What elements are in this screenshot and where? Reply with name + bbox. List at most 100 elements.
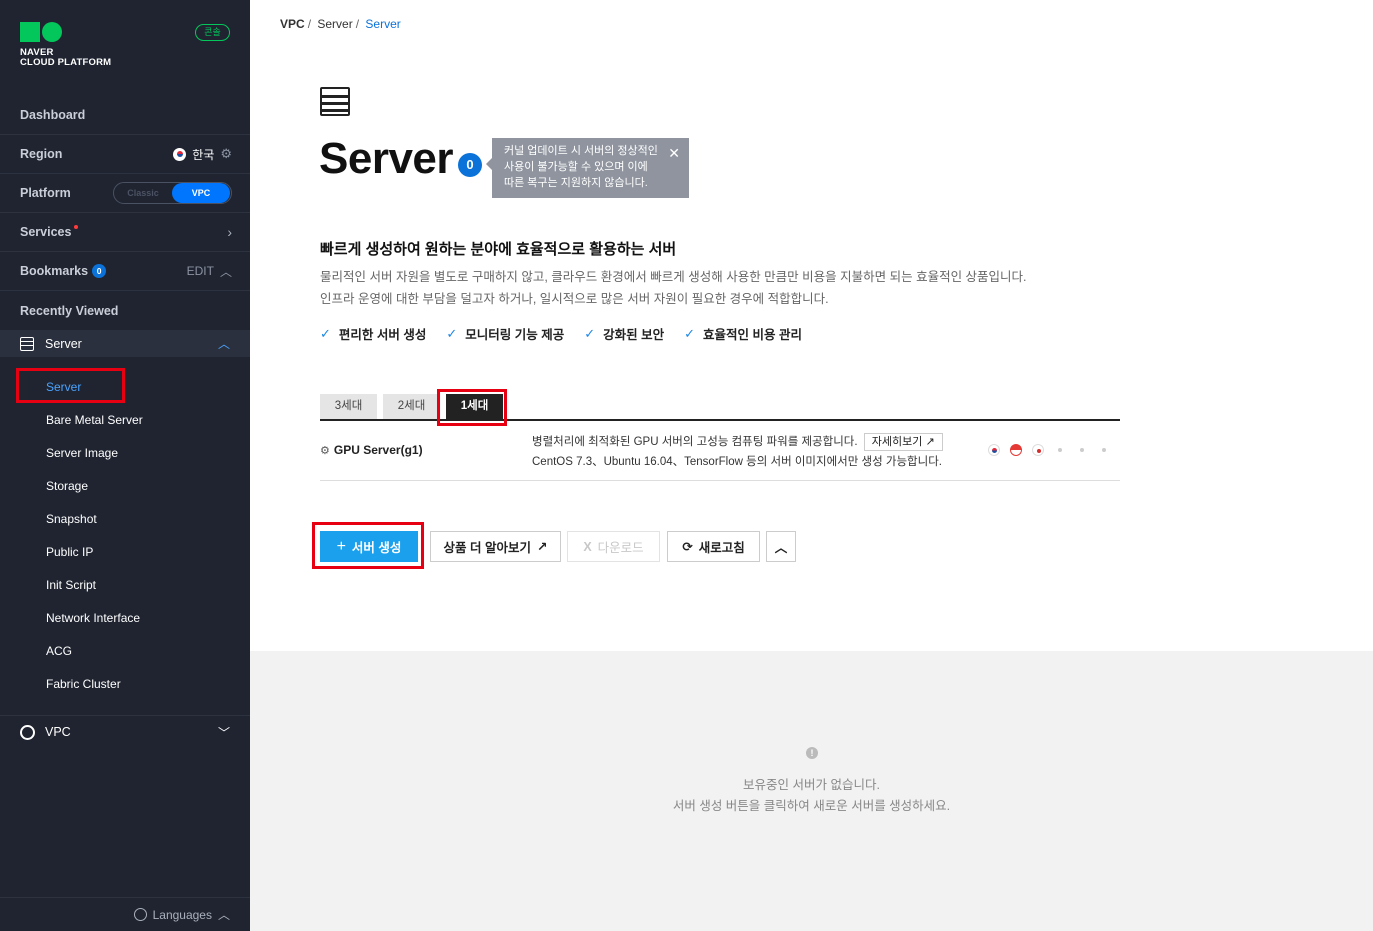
check-icon: ✓ [446, 325, 458, 341]
feature-item: ✓ 편리한 서버 생성 [320, 324, 426, 343]
sidebar-services[interactable]: Services › [0, 213, 250, 252]
sidebar-item-fabric-cluster[interactable]: Fabric Cluster [46, 677, 121, 691]
product-name[interactable]: ⚙ GPU Server(g1) [320, 443, 423, 457]
page-title: Server [319, 134, 454, 183]
platform-option-classic[interactable]: Classic [114, 188, 172, 198]
empty-line1: 보유중인 서버가 없습니다. [743, 778, 880, 792]
feature-list: ✓ 편리한 서버 생성 ✓ 모니터링 기능 제공 ✓ 강화된 보안 ✓ 효율적인 비용 … [320, 324, 802, 343]
sidebar-item-acg[interactable]: ACG [46, 644, 72, 658]
feature-label: 모니터링 기능 제공 [465, 328, 565, 342]
sidebar-item-snapshot[interactable]: Snapshot [46, 512, 97, 526]
excel-icon: X [583, 539, 592, 554]
learn-more-label: 상품 더 알아보기 [443, 541, 531, 555]
product-description: 병렬처리에 최적화된 GPU 서버의 고성능 컴퓨팅 파워를 제공합니다. 자세… [532, 432, 943, 472]
logo-line2: CLOUD PLATFORM [20, 57, 112, 68]
services-label: Services [20, 225, 72, 239]
product-name-label: GPU Server(g1) [333, 443, 423, 457]
sidebar-bookmarks[interactable]: Bookmarks 0 EDIT ︿ [0, 252, 250, 291]
languages-selector[interactable]: Languages ︿ [0, 897, 250, 931]
tab-gen3[interactable]: 3세대 [320, 394, 377, 419]
check-icon: ✓ [684, 325, 696, 341]
details-label: 자세히보기 [871, 436, 923, 448]
sidebar-group-server[interactable]: Server ︿ [0, 330, 250, 357]
platform-label: Platform [20, 186, 71, 200]
download-button[interactable]: X 다운로드 [567, 531, 660, 562]
page-description: 물리적인 서버 자원을 별도로 구매하지 않고, 클라우드 환경에서 빠르게 생… [320, 266, 1027, 310]
chevron-up-icon[interactable]: ︿ [218, 335, 230, 352]
sidebar-item-bare-metal-server[interactable]: Bare Metal Server [46, 413, 143, 427]
feature-label: 강화된 보안 [603, 328, 665, 342]
singapore-flag-icon [1010, 444, 1022, 456]
highlight-box-tab-gen1 [437, 389, 507, 426]
details-button[interactable]: 자세히보기 ↗ [863, 433, 943, 451]
highlight-box-sidebar-server [16, 368, 125, 403]
feature-item: ✓ 모니터링 기능 제공 [446, 324, 564, 343]
region-unavailable-dot [1058, 448, 1062, 452]
feature-label: 편리한 서버 생성 [338, 328, 427, 342]
server-icon [320, 87, 350, 116]
gpu-icon: ⚙ [320, 444, 330, 457]
sidebar-item-server-image[interactable]: Server Image [46, 446, 118, 460]
external-link-icon: ↗ [925, 436, 935, 448]
languages-label: Languages [152, 907, 212, 922]
sidebar-group-vpc[interactable]: VPC ﹀ [0, 715, 250, 748]
sidebar-item-init-script[interactable]: Init Script [46, 578, 96, 592]
sidebar: NAVER CLOUD PLATFORM 콘솔 Dashboard Region… [0, 0, 250, 931]
sidebar-item-storage[interactable]: Storage [46, 479, 88, 493]
korea-flag-icon [173, 147, 187, 161]
new-indicator-dot [74, 225, 79, 229]
naver-cloud-logo[interactable]: NAVER CLOUD PLATFORM [20, 22, 111, 68]
gear-icon[interactable]: ⚙ [220, 146, 232, 162]
refresh-icon: ⟳ [682, 540, 693, 554]
refresh-button[interactable]: ⟳ 새로고침 [667, 531, 760, 562]
learn-more-button[interactable]: 상품 더 알아보기 ↗ [430, 531, 561, 562]
server-count-badge: 0 [458, 153, 482, 177]
region-availability [988, 444, 1110, 456]
globe-icon [133, 908, 147, 921]
console-badge[interactable]: 콘솔 [195, 24, 230, 41]
server-group-label: Server [45, 336, 82, 351]
platform-toggle[interactable]: Classic VPC [113, 182, 232, 204]
breadcrumb-server[interactable]: Server [317, 17, 352, 31]
chevron-down-icon[interactable]: ﹀ [218, 724, 230, 741]
region-value: 한국 [192, 147, 215, 162]
server-icon [20, 336, 34, 351]
check-icon: ✓ [320, 325, 331, 341]
region-unavailable-dot [1102, 448, 1106, 452]
breadcrumb-vpc[interactable]: VPC [280, 17, 305, 31]
sidebar-region[interactable]: Region 한국 ⚙ [0, 135, 250, 174]
chevron-up-icon: ︿ [217, 908, 230, 922]
bookmarks-edit-button[interactable]: EDIT [187, 264, 214, 278]
tooltip-line2: 사용이 불가능할 수 있으며 이에 [504, 161, 648, 173]
sidebar-platform: Platform Classic VPC [0, 174, 250, 213]
tab-gen2[interactable]: 2세대 [383, 394, 440, 419]
logo-mark-icon [20, 22, 111, 42]
external-link-icon: ↗ [536, 540, 548, 554]
chevron-up-icon: ︿ [774, 541, 788, 555]
page-subtitle: 빠르게 생성하여 원하는 분야에 효율적으로 활용하는 서버 [320, 241, 677, 258]
collapse-button[interactable]: ︿ [766, 531, 796, 562]
tooltip-line1: 커널 업데이트 시 서버의 정상적인 [504, 145, 658, 157]
feature-item: ✓ 효율적인 비용 관리 [684, 324, 802, 343]
tooltip-line3: 따른 복구는 지원하지 않습니다. [504, 177, 648, 189]
chevron-up-icon[interactable]: ︿ [220, 263, 232, 280]
product-desc-line1: 병렬처리에 최적화된 GPU 서버의 고성능 컴퓨팅 파워를 제공합니다. [532, 436, 858, 448]
korea-flag-icon [988, 444, 1000, 456]
sidebar-item-public-ip[interactable]: Public IP [46, 545, 93, 559]
dashboard-label: Dashboard [20, 108, 86, 122]
region-unavailable-dot [1080, 448, 1084, 452]
region-label: Region [20, 147, 63, 161]
sidebar-recently-viewed[interactable]: Recently Viewed [0, 291, 250, 330]
platform-option-vpc[interactable]: VPC [172, 183, 230, 203]
empty-state: ! 보유중인 서버가 없습니다. 서버 생성 버튼을 클릭하여 새로운 서버를 … [250, 651, 1373, 931]
sidebar-item-dashboard[interactable]: Dashboard [0, 96, 250, 135]
product-desc-line2: CentOS 7.3、Ubuntu 16.04、TensorFlow 등의 서버… [532, 456, 942, 468]
vpc-group-label: VPC [45, 725, 71, 739]
sidebar-item-network-interface[interactable]: Network Interface [46, 611, 140, 625]
empty-line2: 서버 생성 버튼을 클릭하여 새로운 서버를 생성하세요. [672, 799, 951, 813]
refresh-label: 새로고침 [698, 541, 745, 555]
bookmarks-count-badge: 0 [92, 264, 107, 278]
breadcrumb-server-current: Server [365, 17, 401, 31]
feature-label: 효율적인 비용 관리 [703, 328, 802, 342]
close-icon[interactable]: ✕ [668, 145, 680, 161]
